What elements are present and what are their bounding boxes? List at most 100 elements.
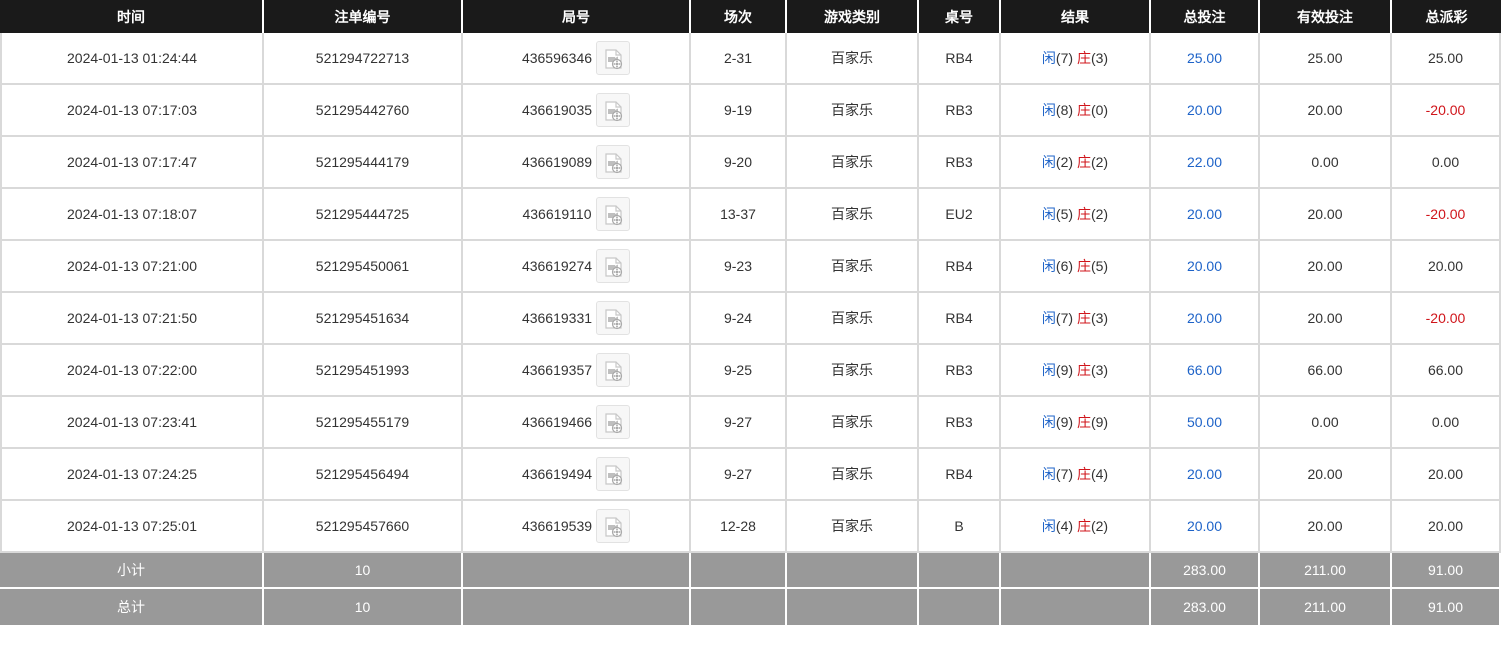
row-game-type: 百家乐	[787, 189, 919, 241]
row-table-no: EU2	[919, 189, 1001, 241]
row-round-cell: 436619331	[463, 293, 691, 345]
row-table-no: RB3	[919, 345, 1001, 397]
row-total-bet[interactable]: 20.00	[1151, 501, 1260, 553]
table-header-row: 时间 注单编号 局号 场次 游戏类别 桌号 结果 总投注 有效投注 总派彩	[0, 0, 1501, 33]
row-round-no: 436619357	[521, 362, 593, 378]
result-banker-value: (3)	[1090, 362, 1109, 378]
row-payout: 20.00	[1392, 501, 1501, 553]
row-total-bet[interactable]: 20.00	[1151, 449, 1260, 501]
result-banker-label: 庄	[1076, 466, 1091, 482]
header-valid-bet: 有效投注	[1260, 0, 1392, 33]
bet-records-table: 时间 注单编号 局号 场次 游戏类别 桌号 结果 总投注 有效投注 总派彩 20…	[0, 0, 1501, 627]
row-table-no: RB3	[919, 85, 1001, 137]
grand-total-total-bet: 283.00	[1151, 589, 1260, 627]
table-row: 2024-01-13 07:24:25 521295456494 436619494…	[0, 449, 1501, 501]
row-round-cell: 436596346	[463, 33, 691, 85]
result-player-label: 闲	[1041, 310, 1056, 326]
subtotal-row: 小计 10 283.00 211.00 91.00	[0, 553, 1501, 589]
table-row: 2024-01-13 07:22:00 521295451993 436619357…	[0, 345, 1501, 397]
row-shoe: 9-27	[691, 449, 787, 501]
video-replay-icon[interactable]	[596, 41, 631, 75]
result-player-label: 闲	[1041, 518, 1056, 534]
row-total-bet[interactable]: 66.00	[1151, 345, 1260, 397]
row-valid-bet: 66.00	[1260, 345, 1392, 397]
result-banker-value: (4)	[1090, 466, 1109, 482]
row-total-bet[interactable]: 20.00	[1151, 85, 1260, 137]
row-time: 2024-01-13 07:24:25	[0, 449, 264, 501]
table-row: 2024-01-13 07:21:00 521295450061 436619274…	[0, 241, 1501, 293]
video-replay-icon[interactable]	[596, 457, 631, 491]
table-row: 2024-01-13 07:17:03 521295442760 436619035…	[0, 85, 1501, 137]
video-replay-icon[interactable]	[595, 197, 630, 231]
row-shoe: 9-20	[691, 137, 787, 189]
table-row: 2024-01-13 07:21:50 521295451634 436619331…	[0, 293, 1501, 345]
result-banker-label: 庄	[1076, 154, 1091, 170]
result-player-label: 闲	[1041, 258, 1056, 274]
row-time: 2024-01-13 07:23:41	[0, 397, 264, 449]
row-game-type: 百家乐	[787, 241, 919, 293]
row-payout: 0.00	[1392, 397, 1501, 449]
row-result: 闲(9) 庄(9)	[1001, 397, 1151, 449]
row-round-cell: 436619089	[463, 137, 691, 189]
video-replay-icon[interactable]	[596, 249, 631, 283]
result-player-label: 闲	[1041, 466, 1056, 482]
row-round-cell: 436619539	[463, 501, 691, 553]
video-replay-icon[interactable]	[596, 353, 631, 387]
video-replay-icon[interactable]	[596, 93, 631, 127]
row-total-bet[interactable]: 50.00	[1151, 397, 1260, 449]
result-banker-value: (0)	[1090, 102, 1109, 118]
video-replay-icon[interactable]	[596, 301, 631, 335]
row-round-cell: 436619466	[463, 397, 691, 449]
row-order-no: 521295442760	[264, 85, 463, 137]
result-player-label: 闲	[1041, 414, 1056, 430]
row-payout: 66.00	[1392, 345, 1501, 397]
result-banker-value: (3)	[1090, 50, 1109, 66]
result-banker-label: 庄	[1076, 414, 1091, 430]
row-result: 闲(8) 庄(0)	[1001, 85, 1151, 137]
result-player-label: 闲	[1041, 206, 1056, 222]
header-time: 时间	[0, 0, 264, 33]
row-game-type: 百家乐	[787, 397, 919, 449]
header-table-no: 桌号	[919, 0, 1001, 33]
result-banker-value: (2)	[1090, 154, 1109, 170]
row-total-bet[interactable]: 20.00	[1151, 241, 1260, 293]
row-payout: 20.00	[1392, 241, 1501, 293]
row-order-no: 521295455179	[264, 397, 463, 449]
row-table-no: B	[919, 501, 1001, 553]
row-table-no: RB4	[919, 241, 1001, 293]
row-game-type: 百家乐	[787, 345, 919, 397]
row-total-bet[interactable]: 22.00	[1151, 137, 1260, 189]
result-player-value: (6)	[1055, 258, 1074, 274]
row-time: 2024-01-13 01:24:44	[0, 33, 264, 85]
result-banker-label: 庄	[1076, 206, 1091, 222]
row-valid-bet: 20.00	[1260, 241, 1392, 293]
grand-total-valid-bet: 211.00	[1260, 589, 1392, 627]
row-total-bet[interactable]: 20.00	[1151, 293, 1260, 345]
row-shoe: 9-27	[691, 397, 787, 449]
row-time: 2024-01-13 07:22:00	[0, 345, 264, 397]
row-result: 闲(2) 庄(2)	[1001, 137, 1151, 189]
row-round-no: 436619539	[521, 518, 593, 534]
result-player-label: 闲	[1041, 50, 1056, 66]
grand-total-row: 总计 10 283.00 211.00 91.00	[0, 589, 1501, 627]
row-round-cell: 436619274	[463, 241, 691, 293]
row-valid-bet: 0.00	[1260, 137, 1392, 189]
header-order-no: 注单编号	[264, 0, 463, 33]
grand-total-payout: 91.00	[1392, 589, 1501, 627]
row-order-no: 521295444725	[264, 189, 463, 241]
subtotal-label: 小计	[0, 553, 264, 589]
row-shoe: 9-23	[691, 241, 787, 293]
row-game-type: 百家乐	[787, 85, 919, 137]
table-row: 2024-01-13 07:25:01 521295457660 436619539…	[0, 501, 1501, 553]
row-total-bet[interactable]: 20.00	[1151, 189, 1260, 241]
row-round-cell: 436619494	[463, 449, 691, 501]
result-banker-label: 庄	[1076, 50, 1091, 66]
grand-total-label: 总计	[0, 589, 264, 627]
video-replay-icon[interactable]	[596, 405, 631, 439]
row-round-cell: 436619035	[463, 85, 691, 137]
video-replay-icon[interactable]	[596, 509, 631, 543]
result-player-label: 闲	[1041, 362, 1056, 378]
video-replay-icon[interactable]	[596, 145, 631, 179]
row-total-bet[interactable]: 25.00	[1151, 33, 1260, 85]
result-player-value: (5)	[1055, 206, 1074, 222]
